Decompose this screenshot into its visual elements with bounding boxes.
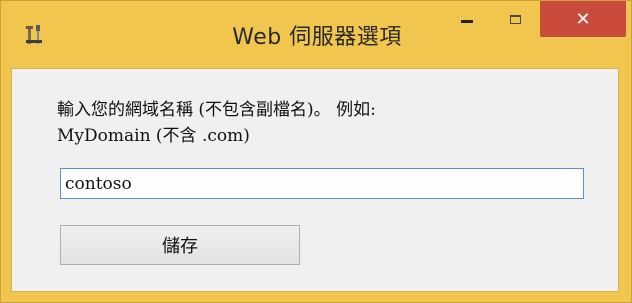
domain-input[interactable] xyxy=(60,168,584,199)
close-button[interactable]: ✕ xyxy=(540,1,626,37)
close-icon: ✕ xyxy=(575,8,591,30)
maximize-icon xyxy=(509,14,521,24)
title-bar[interactable]: Web 伺服器選項 ✕ xyxy=(1,1,631,67)
dialog-body: 輸入您的網域名稱 (不包含副檔名)。 例如: MyDomain (不含 .com… xyxy=(11,68,619,292)
maximize-button[interactable] xyxy=(490,1,540,37)
prompt-line-1: 輸入您的網域名稱 (不包含副檔名)。 例如: xyxy=(57,100,376,120)
save-button[interactable]: 儲存 xyxy=(60,225,300,265)
domain-prompt: 輸入您的網域名稱 (不包含副檔名)。 例如: MyDomain (不含 .com… xyxy=(57,97,376,149)
minimize-icon xyxy=(461,19,473,23)
dialog-window: Web 伺服器選項 ✕ 輸入您的網域名稱 (不包含副檔名)。 例如: MyDom… xyxy=(0,0,632,303)
minimize-button[interactable] xyxy=(444,1,490,37)
prompt-line-2: MyDomain (不含 .com) xyxy=(57,126,250,146)
